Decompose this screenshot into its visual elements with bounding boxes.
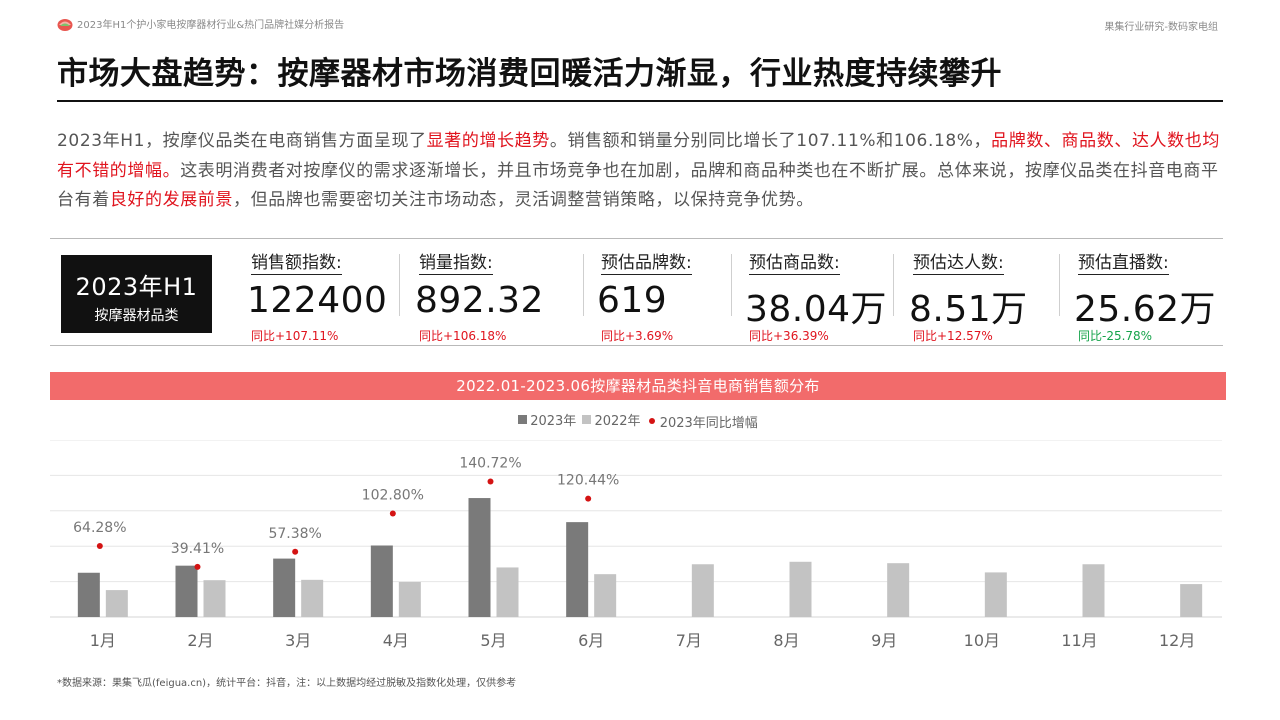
kpi-label: 预估商品数:	[749, 253, 840, 275]
bar-2022	[301, 579, 324, 617]
brand-label: 果集行业研究-数码家电组	[1104, 22, 1218, 33]
bar-2023	[370, 545, 393, 617]
bar-2023	[468, 498, 491, 617]
kpi-value: 122400	[247, 280, 388, 321]
legend-item-2023: 2023年	[518, 410, 576, 429]
growth-point	[96, 542, 103, 549]
report-name: 2023年H1个护小家电按摩器材行业&热门品牌社媒分析报告	[77, 20, 345, 31]
bar-2023	[175, 565, 198, 617]
kpi-top-divider	[50, 238, 1223, 239]
intro-text-2: 。销售额和销量分别同比增长了107.11%和106.18%，	[549, 131, 992, 151]
bar-2023	[77, 572, 100, 617]
growth-point	[194, 563, 201, 570]
x-tick-label: 12月	[1159, 631, 1195, 650]
kpi-value: 25.62万	[1074, 289, 1217, 330]
kpi-label: 销售额指数:	[251, 253, 342, 275]
x-tick-label: 1月	[90, 631, 116, 650]
kpi-change: 同比+3.69%	[601, 329, 674, 343]
growth-label: 120.44%	[557, 473, 619, 489]
x-tick-label: 3月	[285, 631, 311, 650]
kpi-value: 38.04万	[745, 289, 888, 330]
kpi-badge-period: 2023年H1	[75, 273, 198, 301]
chart-title: 2022.01-2023.06按摩器材品类抖音电商销售额分布	[50, 372, 1226, 400]
x-tick-label: 2月	[187, 631, 213, 650]
kpi-separator	[399, 254, 400, 316]
bar-2022	[1082, 564, 1105, 617]
kpi-separator	[893, 254, 894, 316]
kpi-label: 预估达人数:	[913, 253, 1004, 275]
kpi-separator	[1059, 254, 1060, 316]
kpi-value: 8.51万	[909, 289, 1028, 330]
growth-point	[585, 495, 592, 502]
x-tick-label: 7月	[676, 631, 702, 650]
kpi-change: 同比-25.78%	[1078, 329, 1153, 343]
kpi-period-badge: 2023年H1 按摩器材品类	[61, 255, 212, 333]
growth-label: 102.80%	[362, 487, 424, 503]
legend-label: 2023年	[530, 414, 577, 429]
kpi-label: 预估直播数:	[1078, 253, 1169, 275]
x-tick-label: 8月	[773, 631, 799, 650]
kpi-separator	[731, 254, 732, 316]
intro-highlight-1: 显著的增长趋势	[426, 131, 550, 151]
legend-item-2022: 2022年	[582, 410, 641, 429]
growth-label: 140.72%	[459, 456, 521, 472]
page-title: 市场大盘趋势：按摩器材市场消费回暖活力渐显，行业热度持续攀升	[57, 56, 1002, 92]
kpi-change: 同比+36.39%	[749, 329, 829, 343]
footnote: *数据来源：果集飞瓜(feigua.cn)，统计平台：抖音，注：以上数据均经过脱…	[57, 678, 517, 689]
bar-2022	[984, 572, 1007, 617]
kpi-change: 同比+106.18%	[419, 329, 507, 343]
title-divider	[57, 100, 1223, 102]
kpi-badge-category: 按摩器材品类	[94, 308, 179, 324]
kpi-label: 预估品牌数:	[601, 253, 692, 275]
x-tick-label: 9月	[871, 631, 897, 650]
kpi-separator	[583, 254, 584, 316]
bar-2022	[789, 561, 812, 617]
kpi-value: 892.32	[415, 280, 544, 321]
growth-label: 39.41%	[171, 541, 224, 557]
bar-2022	[594, 574, 617, 617]
legend-item-growth: 2023年同比增幅	[647, 412, 758, 431]
logo-icon	[57, 18, 73, 31]
growth-point	[389, 510, 396, 517]
bar-2022	[1180, 584, 1203, 617]
x-tick-label: 6月	[578, 631, 604, 650]
legend-dot	[648, 418, 655, 424]
kpi-label: 销量指数:	[419, 253, 493, 275]
growth-point	[292, 548, 299, 555]
legend-swatch	[518, 415, 528, 424]
intro-text-1: 2023年H1，按摩仪品类在电商销售方面呈现了	[57, 131, 427, 151]
bar-2023	[566, 522, 589, 617]
kpi-change: 同比+107.11%	[251, 329, 339, 343]
intro-highlight-3: 良好的发展前景	[109, 190, 234, 210]
growth-label: 57.38%	[268, 526, 321, 542]
bar-2022	[203, 580, 226, 617]
x-tick-label: 11月	[1061, 631, 1097, 650]
kpi-value: 619	[597, 280, 668, 321]
legend-swatch	[582, 415, 592, 424]
bar-2022	[887, 563, 910, 617]
chart-legend: 2023年 2022年 2023年同比增幅	[0, 410, 1276, 431]
legend-label: 2022年	[594, 414, 641, 429]
x-tick-label: 10月	[964, 631, 1000, 650]
x-tick-label: 5月	[480, 631, 506, 650]
bar-2022	[691, 564, 714, 617]
intro-text-4: ，但品牌也需要密切关注市场动态，灵活调整营销策略，以保持竞争优势。	[233, 190, 814, 210]
growth-label: 64.28%	[73, 520, 126, 536]
intro-paragraph: 2023年H1，按摩仪品类在电商销售方面呈现了显著的增长趋势。销售额和销量分别同…	[57, 127, 1232, 216]
kpi-bottom-divider	[50, 345, 1223, 346]
bar-2022	[496, 567, 519, 617]
kpi-change: 同比+12.57%	[913, 329, 993, 343]
sales-chart: 64.28% 1月 39.41% 2月 57.38% 3月 102.80% 4月 140.72%…	[50, 440, 1222, 650]
legend-label: 2023年同比增幅	[659, 415, 758, 431]
x-tick-label: 4月	[383, 631, 409, 650]
bar-2022	[398, 581, 421, 617]
growth-point	[487, 478, 494, 485]
bar-2022	[105, 590, 128, 617]
bar-2023	[273, 558, 296, 617]
report-header: 2023年H1个护小家电按摩器材行业&热门品牌社媒分析报告	[57, 16, 344, 31]
